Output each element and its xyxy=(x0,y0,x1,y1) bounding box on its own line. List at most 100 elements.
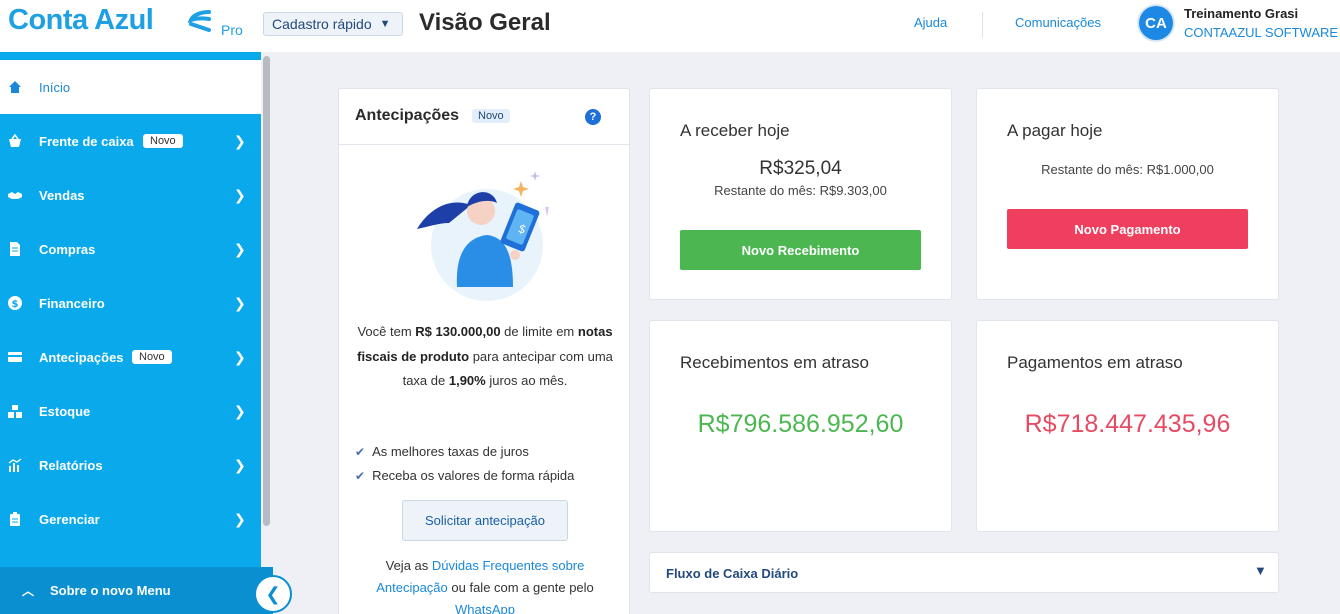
late-payments-value: R$718.447.435,96 xyxy=(1024,410,1231,438)
cash-flow-label: Fluxo de Caixa Diário xyxy=(666,566,799,581)
sidebar-item-label: Frente de caixa xyxy=(39,133,134,149)
sidebar-item-compras[interactable]: Compras ❯ xyxy=(0,222,261,276)
anticipation-footer: Veja as Dúvidas Frequentes sobre Antecip… xyxy=(353,555,617,614)
late-payments-card[interactable]: Pagamentos em atraso R$718.447.435,96 xyxy=(976,320,1279,532)
limit-value: R$ 130.000,00 xyxy=(415,324,501,339)
sidebar-item-estoque[interactable]: Estoque ❯ xyxy=(0,384,261,438)
sidebar-item-inicio[interactable]: Início xyxy=(0,60,261,114)
new-payment-button[interactable]: Novo Pagamento xyxy=(1007,209,1248,249)
description-text: de limite em xyxy=(500,324,578,339)
footer-text: ou fale com a gente pelo xyxy=(447,580,594,595)
card-title: Recebimentos em atraso xyxy=(680,353,869,372)
header-divider xyxy=(982,12,983,38)
chevron-right-icon: ❯ xyxy=(234,294,246,311)
document-icon xyxy=(8,242,22,256)
clipboard-icon xyxy=(8,512,22,526)
chevron-right-icon: ❯ xyxy=(234,402,246,419)
anticipation-illustration: $ xyxy=(417,171,549,301)
check-icon: ✔ xyxy=(355,468,366,483)
about-new-menu-label: Sobre o novo Menu xyxy=(50,583,171,598)
sidebar-item-label: Estoque xyxy=(39,403,91,419)
late-receipts-value: R$796.586.952,60 xyxy=(697,410,904,438)
anticipation-card-header: Antecipações Novo ? xyxy=(339,89,629,145)
user-company[interactable]: CONTAAZUL SOFTWARE xyxy=(1184,25,1338,40)
user-name[interactable]: Treinamento Grasi xyxy=(1184,6,1298,21)
brand-mark-icon xyxy=(187,10,211,32)
chevron-left-icon: ❮ xyxy=(265,583,281,604)
payables-today-card: A pagar hoje Restante do mês: R$1.000,00… xyxy=(976,88,1279,300)
sidebar-scrollbar[interactable] xyxy=(263,56,270,526)
boxes-icon xyxy=(8,404,22,418)
new-badge: Novo xyxy=(143,134,183,148)
footer-text: Veja as xyxy=(385,558,432,573)
communications-link[interactable]: Comunicações xyxy=(1015,15,1101,30)
receivables-today-value: R$325,04 xyxy=(759,158,842,179)
new-badge: Novo xyxy=(132,350,172,364)
late-receipts-card[interactable]: Recebimentos em atraso R$796.586.952,60 xyxy=(649,320,952,532)
sidebar-item-label: Antecipações xyxy=(39,349,124,365)
whatsapp-link[interactable]: WhatsApp xyxy=(455,602,515,614)
anticipation-description: Você tem R$ 130.000,00 de limite em nota… xyxy=(353,320,617,394)
card-title: A receber hoje xyxy=(680,121,790,140)
chevron-right-icon: ❯ xyxy=(234,132,246,149)
chevron-right-icon: ❯ xyxy=(234,456,246,473)
card-title: Pagamentos em atraso xyxy=(1007,353,1183,372)
help-icon[interactable]: ? xyxy=(585,109,601,125)
basket-icon xyxy=(8,134,22,148)
quick-register-button[interactable]: Cadastro rápido ▼ xyxy=(263,12,403,36)
sidebar-item-relatorios[interactable]: Relatórios ❯ xyxy=(0,438,261,492)
chart-icon xyxy=(8,458,22,472)
rate-value: 1,90% xyxy=(448,373,486,388)
cash-flow-accordion[interactable]: Fluxo de Caixa Diário ▼ xyxy=(649,552,1279,593)
new-badge: Novo xyxy=(472,109,510,123)
handshake-icon xyxy=(8,188,22,202)
sidebar-item-label: Financeiro xyxy=(39,295,105,311)
benefit-label: As melhores taxas de juros xyxy=(372,444,529,459)
sidebar-item-vendas[interactable]: Vendas ❯ xyxy=(0,168,261,222)
request-anticipation-button[interactable]: Solicitar antecipação xyxy=(402,500,568,541)
sidebar-item-label: Início xyxy=(39,79,71,95)
sidebar-item-label: Relatórios xyxy=(39,457,103,473)
svg-text:$: $ xyxy=(12,299,19,310)
benefit-item: ✔ As melhores taxas de juros xyxy=(355,444,529,459)
top-header: Conta Azul Pro Cadastro rápido ▼ Visão G… xyxy=(0,0,1340,52)
chevron-right-icon: ❯ xyxy=(234,240,246,257)
chevron-up-icon: ︿ xyxy=(22,584,35,598)
sidebar-item-gerenciar[interactable]: Gerenciar ❯ xyxy=(0,492,261,546)
sidebar-item-label: Compras xyxy=(39,241,96,257)
about-new-menu[interactable]: ︿ Sobre o novo Menu xyxy=(0,567,273,614)
sidebar-item-antecipacoes[interactable]: Antecipações Novo ❯ xyxy=(0,330,261,384)
brand-logo[interactable]: Conta Azul xyxy=(8,4,154,37)
home-icon xyxy=(8,80,22,94)
anticipation-title: Antecipações xyxy=(355,107,460,124)
sidebar-item-frente-de-caixa[interactable]: Frente de caixa Novo ❯ xyxy=(0,114,261,168)
help-link[interactable]: Ajuda xyxy=(914,15,947,30)
sidebar-item-label: Vendas xyxy=(39,187,85,203)
sidebar-top-strip xyxy=(0,52,261,60)
description-text: Você tem xyxy=(357,324,416,339)
chevron-right-icon: ❯ xyxy=(234,186,246,203)
dollar-icon: $ xyxy=(8,296,22,310)
avatar[interactable]: CA xyxy=(1139,6,1173,40)
page-title: Visão Geral xyxy=(419,9,551,36)
card-icon xyxy=(8,350,22,364)
description-text: juros ao mês. xyxy=(485,373,568,388)
chevron-right-icon: ❯ xyxy=(234,510,246,527)
chevron-down-icon: ▼ xyxy=(379,18,391,30)
check-icon: ✔ xyxy=(355,444,366,459)
quick-register-label: Cadastro rápido xyxy=(272,16,372,32)
card-title: A pagar hoje xyxy=(1007,121,1103,140)
sidebar-item-label: Gerenciar xyxy=(39,511,100,527)
chevron-right-icon: ❯ xyxy=(234,348,246,365)
month-remaining: Restante do mês: R$1.000,00 xyxy=(1041,162,1214,177)
benefit-item: ✔ Receba os valores de forma rápida xyxy=(355,468,574,483)
new-receipt-button[interactable]: Novo Recebimento xyxy=(680,230,921,270)
brand-tier: Pro xyxy=(221,22,243,38)
chevron-down-icon: ▼ xyxy=(1254,563,1267,578)
receivables-today-card: A receber hoje R$325,04 Restante do mês:… xyxy=(649,88,952,300)
sidebar-item-financeiro[interactable]: $ Financeiro ❯ xyxy=(0,276,261,330)
benefit-label: Receba os valores de forma rápida xyxy=(372,468,575,483)
month-remaining: Restante do mês: R$9.303,00 xyxy=(714,183,887,198)
collapse-sidebar-button[interactable]: ❮ xyxy=(254,575,292,613)
anticipation-card: Antecipações Novo ? $ Você tem R$ 130.00… xyxy=(338,88,630,614)
